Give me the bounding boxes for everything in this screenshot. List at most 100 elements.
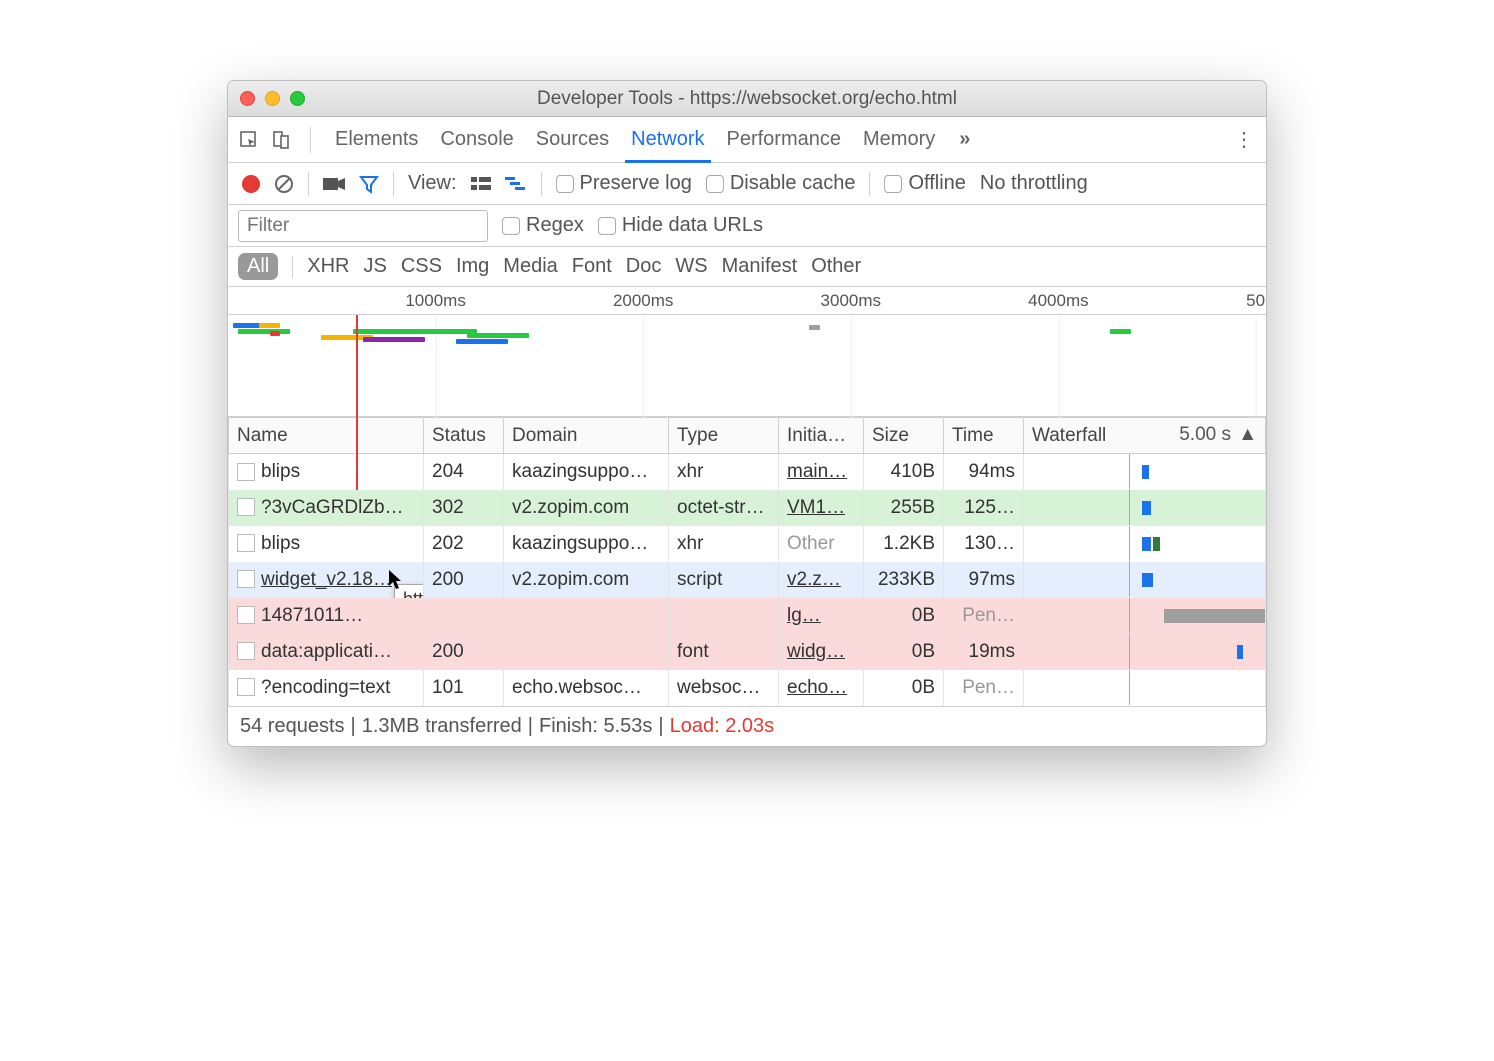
minimize-window-button[interactable] (265, 91, 280, 106)
type-other[interactable]: Other (811, 255, 861, 278)
type-font[interactable]: Font (572, 255, 612, 278)
cell-waterfall (1024, 526, 1266, 562)
close-window-button[interactable] (240, 91, 255, 106)
regex-option[interactable]: Regex (502, 214, 584, 237)
separator (308, 172, 309, 196)
screenshot-icon[interactable] (323, 176, 345, 192)
checkbox-icon[interactable] (502, 217, 520, 235)
cell-size: 233KB (864, 562, 944, 598)
window-title: Developer Tools - https://websocket.org/… (228, 88, 1266, 110)
ruler-tick: 50 (1246, 291, 1265, 311)
cell-initiator[interactable]: echo… (779, 670, 864, 706)
cell-name[interactable]: data:applicati… (229, 634, 424, 670)
table-row[interactable]: ?encoding=text101echo.websoc…websoc…echo… (229, 670, 1266, 706)
tab-sources[interactable]: Sources (530, 128, 615, 151)
cell-type: xhr (669, 526, 779, 562)
table-row[interactable]: widget_v2.18…https://v2.zopim.com/bin/v/… (229, 562, 1266, 598)
ruler-tick: 3000ms (821, 291, 881, 311)
request-name: blips (261, 461, 300, 482)
tab-console[interactable]: Console (434, 128, 519, 151)
checkbox-icon[interactable] (556, 175, 574, 193)
cell-initiator[interactable]: lg… (779, 598, 864, 634)
cell-name[interactable]: ?encoding=text (229, 670, 424, 706)
overview-icon[interactable] (505, 177, 527, 191)
cell-name[interactable]: widget_v2.18…https://v2.zopim.com/bin/v/… (229, 562, 424, 598)
cell-type: font (669, 634, 779, 670)
checkbox-icon[interactable] (706, 175, 724, 193)
clear-icon[interactable] (274, 174, 294, 194)
timeline-overview[interactable]: 1000ms 2000ms 3000ms 4000ms 50 (228, 287, 1266, 417)
devtools-window: Developer Tools - https://websocket.org/… (227, 80, 1267, 747)
col-status[interactable]: Status (424, 418, 504, 454)
col-time[interactable]: Time (944, 418, 1024, 454)
cell-waterfall (1024, 562, 1266, 598)
panel-tabs: Elements Console Sources Network Perform… (228, 117, 1266, 163)
cell-initiator[interactable]: Other (779, 526, 864, 562)
cell-name[interactable]: blips (229, 526, 424, 562)
cell-initiator[interactable]: main… (779, 454, 864, 490)
table-row[interactable]: ?3vCaGRDlZb…302v2.zopim.comoctet-str…VM1… (229, 490, 1266, 526)
type-js[interactable]: JS (363, 255, 386, 278)
record-button[interactable] (242, 175, 260, 193)
table-row[interactable]: blips204kaazingsuppo…xhrmain…410B94ms (229, 454, 1266, 490)
cell-initiator[interactable]: v2.z… (779, 562, 864, 598)
large-rows-icon[interactable] (471, 176, 491, 192)
checkbox-icon[interactable] (884, 175, 902, 193)
inspect-element-icon[interactable] (238, 129, 260, 151)
file-icon (237, 534, 255, 552)
cell-waterfall (1024, 634, 1266, 670)
settings-menu-button[interactable]: ⋮ (1234, 127, 1256, 152)
cell-time: 125… (944, 490, 1024, 526)
col-initiator[interactable]: Initia… (779, 418, 864, 454)
type-doc[interactable]: Doc (626, 255, 662, 278)
col-size[interactable]: Size (864, 418, 944, 454)
filter-icon[interactable] (359, 174, 379, 194)
tab-performance[interactable]: Performance (721, 128, 848, 151)
cell-name[interactable]: ?3vCaGRDlZb… (229, 490, 424, 526)
file-icon (237, 463, 255, 481)
zoom-window-button[interactable] (290, 91, 305, 106)
type-css[interactable]: CSS (401, 255, 442, 278)
type-manifest[interactable]: Manifest (722, 255, 798, 278)
preserve-log-option[interactable]: Preserve log (556, 172, 692, 195)
cell-status: 200 (424, 634, 504, 670)
disable-cache-option[interactable]: Disable cache (706, 172, 856, 195)
type-xhr[interactable]: XHR (307, 255, 349, 278)
device-toolbar-icon[interactable] (270, 129, 292, 151)
offline-option[interactable]: Offline (884, 172, 965, 195)
col-waterfall[interactable]: Waterfall 5.00 s ▲ (1024, 418, 1266, 454)
requests-table: Name Status Domain Type Initia… Size Tim… (228, 417, 1266, 706)
file-icon (237, 678, 255, 696)
tab-memory[interactable]: Memory (857, 128, 941, 151)
col-name[interactable]: Name (229, 418, 424, 454)
tab-elements[interactable]: Elements (329, 128, 424, 151)
hide-data-urls-option[interactable]: Hide data URLs (598, 214, 763, 237)
cell-name[interactable]: blips (229, 454, 424, 490)
type-all[interactable]: All (238, 253, 278, 280)
cell-initiator[interactable]: widg… (779, 634, 864, 670)
filter-input[interactable] (238, 210, 488, 242)
url-tooltip: https://v2.zopim.com/bin/v/widget_v2.186… (394, 584, 424, 598)
checkbox-icon[interactable] (598, 217, 616, 235)
cell-name[interactable]: 14871011… (229, 598, 424, 634)
type-ws[interactable]: WS (675, 255, 707, 278)
table-row[interactable]: blips202kaazingsuppo…xhrOther1.2KB130… (229, 526, 1266, 562)
type-img[interactable]: Img (456, 255, 489, 278)
cell-type: script (669, 562, 779, 598)
ruler-tick: 4000ms (1028, 291, 1088, 311)
cell-time: 19ms (944, 634, 1024, 670)
col-domain[interactable]: Domain (504, 418, 669, 454)
tab-network[interactable]: Network (625, 128, 710, 163)
cell-time: 130… (944, 526, 1024, 562)
cell-initiator[interactable]: VM1… (779, 490, 864, 526)
ruler-tick: 1000ms (405, 291, 465, 311)
network-toolbar: View: Preserve log Disable cache Offline… (228, 163, 1266, 205)
table-row[interactable]: 14871011…lg…0BPen… (229, 598, 1266, 634)
waterfall-time-marker: 5.00 s (1179, 424, 1231, 446)
col-type[interactable]: Type (669, 418, 779, 454)
tabs-overflow-button[interactable]: » (951, 128, 978, 151)
table-row[interactable]: data:applicati…200fontwidg…0B19ms (229, 634, 1266, 670)
throttling-select[interactable]: No throttling (980, 172, 1088, 195)
type-media[interactable]: Media (503, 255, 557, 278)
separator (310, 127, 311, 153)
